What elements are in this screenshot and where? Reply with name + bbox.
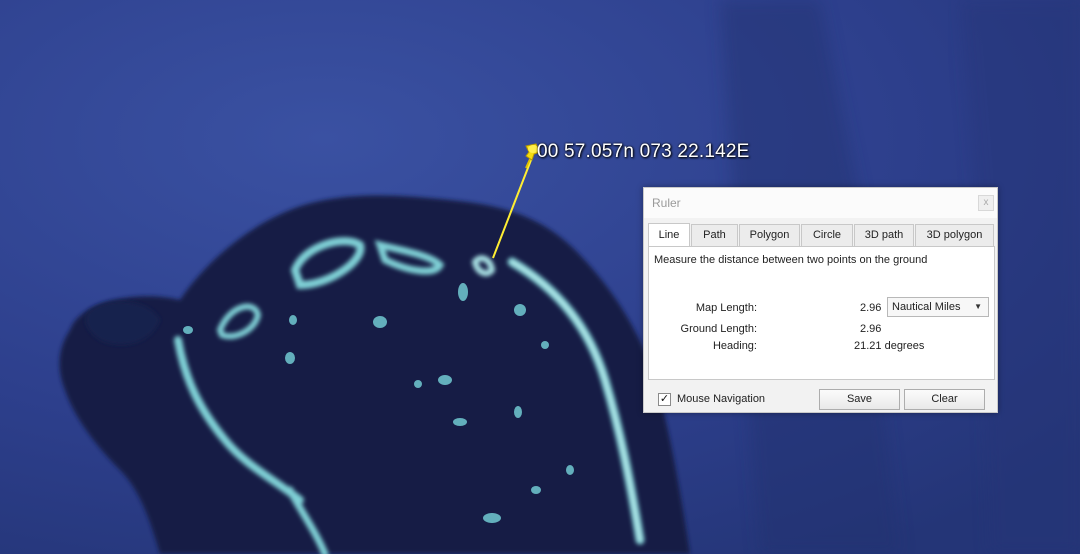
mouse-navigation-label[interactable]: Mouse Navigation	[677, 393, 765, 405]
map-length-value: 2.96	[860, 302, 882, 314]
clear-button[interactable]: Clear	[904, 389, 985, 410]
close-icon: x	[983, 197, 989, 208]
chevron-down-icon: ▼	[974, 302, 982, 311]
units-selected: Nautical Miles	[892, 301, 961, 313]
tab-polygon[interactable]: Polygon	[739, 224, 800, 246]
placemark-label[interactable]: 00 57.057n 073 22.142E	[537, 141, 750, 163]
tab-path[interactable]: Path	[691, 224, 738, 246]
tab-3d-path[interactable]: 3D path	[854, 224, 914, 246]
ruler-dialog: Ruler x Line Path Polygon Circle 3D path…	[643, 187, 998, 413]
tab-circle[interactable]: Circle	[801, 224, 853, 246]
tab-line[interactable]: Line	[648, 223, 690, 246]
close-button[interactable]: x	[978, 195, 994, 211]
ground-length-value: 2.96	[860, 323, 882, 335]
mouse-navigation-checkbox[interactable]: ✓	[658, 393, 671, 406]
ruler-tabs: Line Path Polygon Circle 3D path 3D poly…	[648, 223, 994, 246]
ruler-description: Measure the distance between two points …	[654, 254, 928, 266]
map-length-label: Map Length:	[695, 302, 757, 314]
heading-value: 21.21 degrees	[854, 340, 925, 352]
ruler-title: Ruler	[652, 196, 681, 210]
ruler-panel: Measure the distance between two points …	[648, 246, 995, 380]
ruler-titlebar[interactable]: Ruler x	[644, 188, 997, 218]
tab-3d-polygon[interactable]: 3D polygon	[915, 224, 994, 246]
units-dropdown[interactable]: Nautical Miles ▼	[887, 297, 989, 317]
save-button[interactable]: Save	[819, 389, 900, 410]
heading-label: Heading:	[712, 340, 757, 352]
ground-length-label: Ground Length:	[680, 323, 757, 335]
